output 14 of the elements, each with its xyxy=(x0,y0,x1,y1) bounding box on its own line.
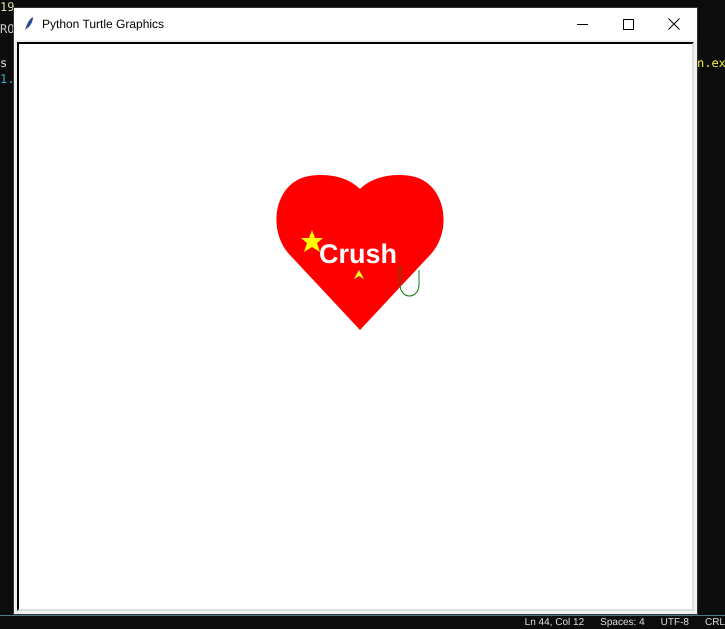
turtle-cursor-icon xyxy=(354,270,364,280)
code-fragment: s xyxy=(0,56,8,70)
status-item: CRL xyxy=(704,616,725,629)
maximize-icon xyxy=(622,18,634,30)
status-item: Ln 44, Col 12 xyxy=(524,616,584,629)
crush-text: Crush xyxy=(319,239,397,269)
code-fragment: 19 xyxy=(0,0,14,14)
feather-icon xyxy=(24,16,34,32)
status-item: Spaces: 4 xyxy=(600,616,645,629)
status-item: UTF-8 xyxy=(660,616,689,629)
window-title: Python Turtle Graphics xyxy=(42,17,166,31)
code-fragment: 1. xyxy=(0,72,14,86)
loop-line xyxy=(400,266,420,296)
close-icon xyxy=(668,18,680,30)
